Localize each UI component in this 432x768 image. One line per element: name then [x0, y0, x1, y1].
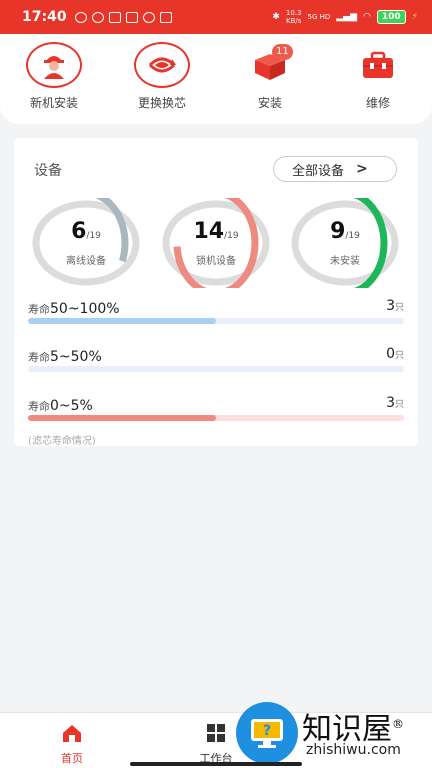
toolbox-icon — [363, 51, 393, 78]
uninstalled-count: 9 — [330, 219, 346, 244]
net-unit: KB/s — [285, 17, 302, 25]
uninstalled-label: 未安装 — [330, 256, 360, 267]
uninstalled-devices-ring[interactable]: 9/19 未安装 — [290, 198, 400, 288]
life-range: 50~100% — [50, 301, 120, 317]
home-icon — [63, 725, 81, 742]
chevron-right-icon: > — [356, 161, 368, 177]
filter-life-note: (滤芯寿命情况) — [28, 436, 96, 447]
locked-label: 锁机设备 — [196, 256, 236, 267]
swap-icon — [148, 57, 176, 73]
network-type: 5G HD — [307, 13, 331, 21]
life-range: 5~50% — [50, 349, 102, 365]
quick-actions-card: 新机安装 更换换芯 11 安装 维修 — [0, 34, 432, 124]
nav-home[interactable]: 首页 — [32, 723, 112, 766]
signal-icon: ▂▄▆ — [336, 12, 358, 22]
offline-total: /19 — [86, 231, 101, 241]
life-unit: 只 — [394, 303, 404, 313]
life-progress-bar — [28, 318, 404, 324]
replace-filter-label: 更换换芯 — [137, 96, 186, 110]
offline-devices-ring[interactable]: 6/19 离线设备 — [31, 198, 141, 288]
all-devices-button[interactable]: 全部设备 > — [273, 156, 397, 182]
link-icon — [91, 11, 104, 23]
install-button[interactable]: 11 安装 — [225, 42, 315, 111]
offline-label: 离线设备 — [66, 256, 106, 267]
battery-indicator: 100 — [376, 10, 406, 24]
watermark-logo: ? — [236, 702, 298, 764]
status-time: 17:40 — [22, 9, 67, 25]
chat-icon — [142, 11, 155, 23]
life-row-mid[interactable]: 寿命5~50% 0只 — [28, 346, 404, 372]
life-prefix: 寿命 — [28, 303, 50, 316]
life-progress-fill — [28, 415, 216, 421]
gallery-icon — [108, 11, 121, 23]
monitor-question-icon: ? — [251, 719, 283, 748]
grid-icon — [207, 724, 225, 742]
life-row-high[interactable]: 寿命50~100% 3只 — [28, 298, 404, 324]
offline-count: 6 — [71, 219, 87, 244]
life-count: 3 — [386, 298, 395, 314]
replace-filter-button[interactable]: 更换换芯 — [117, 42, 207, 111]
life-count: 0 — [386, 346, 395, 362]
life-count: 3 — [386, 395, 395, 411]
home-indicator — [130, 762, 302, 766]
life-progress-fill — [28, 318, 216, 324]
notification-icon — [74, 11, 87, 23]
life-progress-bar — [28, 415, 404, 421]
life-row-low[interactable]: 寿命0~5% 3只 — [28, 395, 404, 421]
life-range: 0~5% — [50, 398, 93, 414]
locked-devices-ring[interactable]: 14/19 锁机设备 — [161, 198, 271, 288]
net-speed: 10.3 — [285, 9, 302, 17]
message-icon — [125, 11, 138, 23]
app-icon — [159, 11, 172, 23]
svg-text:?: ? — [263, 723, 271, 739]
life-progress-bar — [28, 366, 404, 372]
uninstalled-total: /19 — [345, 231, 360, 241]
install-label: 安装 — [257, 96, 282, 110]
device-card: 设备 全部设备 > 6/19 离线设备 14/19 锁机设备 9/19 未安装 … — [14, 138, 418, 447]
bluetooth-icon: ✱ — [272, 12, 280, 22]
worker-icon — [44, 56, 64, 79]
watermark: ? 知识屋® zhishiwu.com — [236, 700, 432, 768]
life-unit: 只 — [394, 351, 404, 361]
locked-total: /19 — [224, 231, 239, 241]
new-install-button[interactable]: 新机安装 — [9, 42, 99, 111]
locked-count: 14 — [193, 219, 225, 244]
charging-icon: ⚡ — [411, 12, 418, 22]
all-devices-label: 全部设备 — [292, 163, 345, 179]
status-bar: 17:40 ✱ 10.3 KB/s 5G HD ▂▄▆ ◠ 100 ⚡ — [0, 0, 432, 34]
life-unit: 只 — [394, 400, 404, 410]
device-title: 设备 — [34, 163, 62, 179]
new-install-label: 新机安装 — [29, 96, 78, 110]
watermark-site: zhishiwu.com — [306, 742, 401, 758]
repair-button[interactable]: 维修 — [333, 42, 423, 111]
watermark-mark: ® — [392, 717, 404, 731]
repair-label: 维修 — [365, 96, 390, 110]
life-prefix: 寿命 — [28, 351, 50, 364]
nav-home-label: 首页 — [61, 752, 83, 765]
wifi-icon: ◠ — [363, 12, 371, 22]
install-badge: 11 — [272, 44, 293, 60]
life-prefix: 寿命 — [28, 400, 50, 413]
